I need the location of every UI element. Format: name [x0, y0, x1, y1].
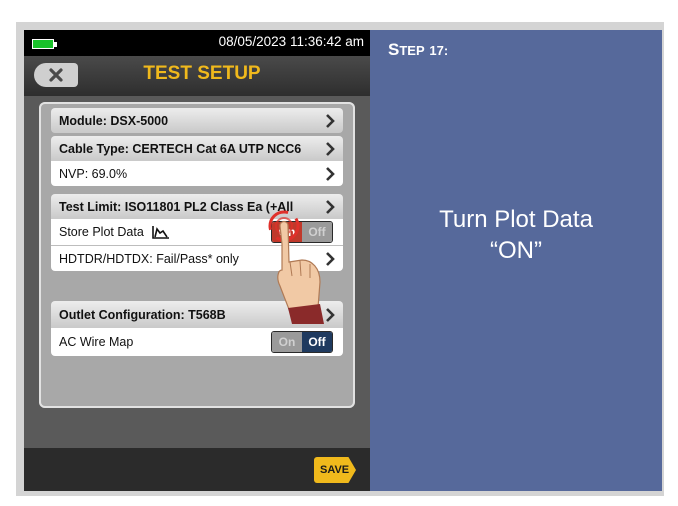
cable-type-row[interactable]: Cable Type: CERTECH Cat 6A UTP NCC6: [51, 136, 343, 161]
nvp-row[interactable]: NVP: 69.0%: [51, 161, 343, 186]
test-limit-label: Test Limit: ISO11801 PL2 Class Ea (+All: [59, 199, 294, 214]
bottom-bar: SAVE: [24, 448, 370, 491]
store-plot-data-label: Store Plot Data: [59, 225, 144, 239]
step-title: STEP 17:: [388, 40, 448, 60]
instruction-line-2: “ON”: [490, 237, 542, 264]
toggle-off-option[interactable]: Off: [302, 222, 332, 242]
step-number: 17:: [429, 43, 449, 58]
ac-wire-map-toggle[interactable]: On Off: [271, 331, 333, 353]
chevron-right-icon: [326, 307, 335, 322]
battery-tip: [54, 42, 57, 47]
toggle-on-option[interactable]: On: [272, 222, 302, 242]
instruction-line-1: Turn Plot Data: [439, 206, 593, 233]
chevron-right-icon: [326, 251, 335, 266]
settings-panel: Module: DSX-5000 Cable Type: CERTECH Cat…: [39, 102, 355, 408]
store-plot-data-toggle[interactable]: On Off: [271, 221, 333, 243]
save-button[interactable]: SAVE: [314, 457, 356, 483]
module-row[interactable]: Module: DSX-5000: [51, 108, 343, 133]
outlet-config-label: Outlet Configuration: T568B: [59, 307, 226, 322]
battery-icon: [32, 39, 54, 49]
instruction-text: Turn Plot Data “ON”: [370, 204, 662, 266]
hdtdr-row[interactable]: HDTDR/HDTDX: Fail/Pass* only: [51, 246, 343, 271]
title-bar: TEST SETUP: [24, 56, 370, 96]
chevron-right-icon: [326, 166, 335, 181]
hdtdr-label: HDTDR/HDTDX: Fail/Pass* only: [59, 251, 239, 266]
cable-type-label: Cable Type: CERTECH Cat 6A UTP NCC6: [59, 141, 302, 156]
instruction-panel: STEP 17: Turn Plot Data “ON”: [370, 30, 662, 491]
nvp-label: NVP: 69.0%: [59, 166, 128, 181]
datetime: 08/05/2023 11:36:42 am: [218, 34, 364, 49]
chevron-right-icon: [326, 199, 335, 214]
plot-data-icon: [151, 226, 169, 239]
outlet-config-row[interactable]: Outlet Configuration: T568B: [51, 301, 343, 328]
toggle-on-option[interactable]: On: [272, 332, 302, 352]
screen-title: TEST SETUP: [143, 63, 261, 84]
chevron-right-icon: [326, 113, 335, 128]
test-limit-row[interactable]: Test Limit: ISO11801 PL2 Class Ea (+All: [51, 194, 343, 219]
chevron-right-icon: [326, 141, 335, 156]
tester-screen: 08/05/2023 11:36:42 am TEST SETUP Module…: [24, 30, 370, 491]
status-bar: 08/05/2023 11:36:42 am: [24, 30, 370, 56]
toggle-off-option[interactable]: Off: [302, 332, 332, 352]
step-prefix-small: TEP: [399, 43, 425, 58]
module-label: Module: DSX-5000: [59, 113, 169, 128]
step-prefix-big: S: [388, 40, 400, 59]
